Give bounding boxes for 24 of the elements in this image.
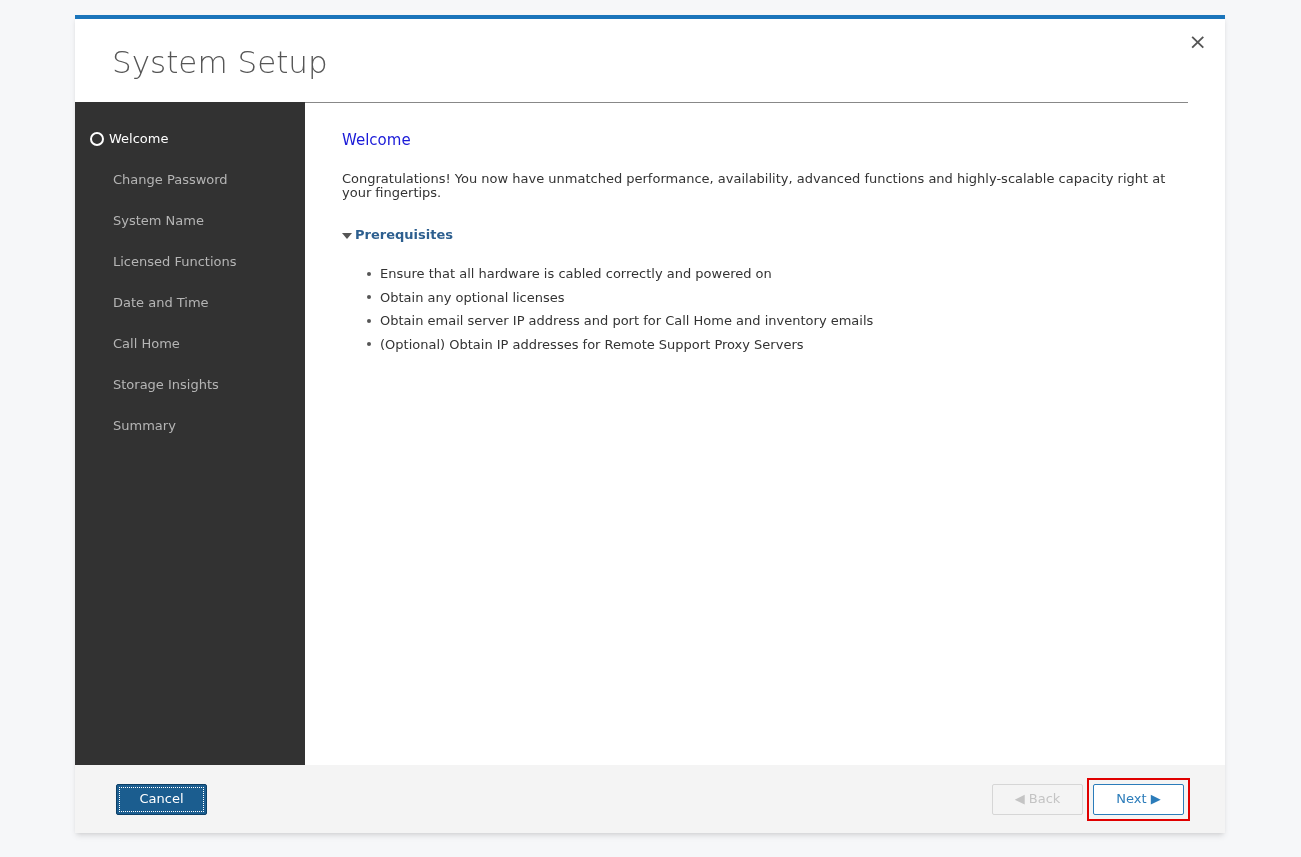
page-heading: Welcome [342, 130, 412, 151]
sidebar-item[interactable]: Licensed Functions [75, 251, 237, 273]
bullet-icon [367, 271, 371, 276]
cancel-button[interactable]: Cancel [116, 783, 207, 815]
list-item: Obtain any optional licenses [380, 288, 565, 307]
bullet-icon [367, 342, 371, 347]
sidebar-item[interactable]: Change Password [75, 169, 228, 191]
list-item: (Optional) Obtain IP addresses for Remote Support Proxy Servers [380, 335, 804, 354]
close-button[interactable]: × [1188, 31, 1207, 53]
list-item: Ensure that all hardware is cabled correctly and powered on [380, 265, 772, 283]
sidebar-item[interactable]: System Name [75, 210, 204, 232]
sidebar-item[interactable]: Storage Insights [75, 374, 219, 396]
prerequisites-toggle[interactable]: Prerequisites [342, 224, 453, 244]
caret-icon [342, 233, 352, 240]
sidebar-item[interactable]: Call Home [75, 333, 180, 355]
bullet-icon [367, 295, 371, 300]
sidebar-item[interactable]: Summary [75, 415, 176, 437]
sidebar-item[interactable]: Date and Time [75, 292, 209, 314]
sidebar-item[interactable]: Welcome [75, 128, 169, 150]
window-title: System Setup [112, 43, 328, 82]
bullet-icon [367, 318, 371, 323]
step-button[interactable]: Next ▶ [1093, 783, 1184, 815]
list-item: Obtain email server IP address and port for Call Home and inventory emails [380, 312, 874, 330]
intro-paragraph: Congratulations! You now have unmatched performance, availability, advanced functions and highly-scalable capacity right at your fingertips. [342, 171, 1167, 200]
